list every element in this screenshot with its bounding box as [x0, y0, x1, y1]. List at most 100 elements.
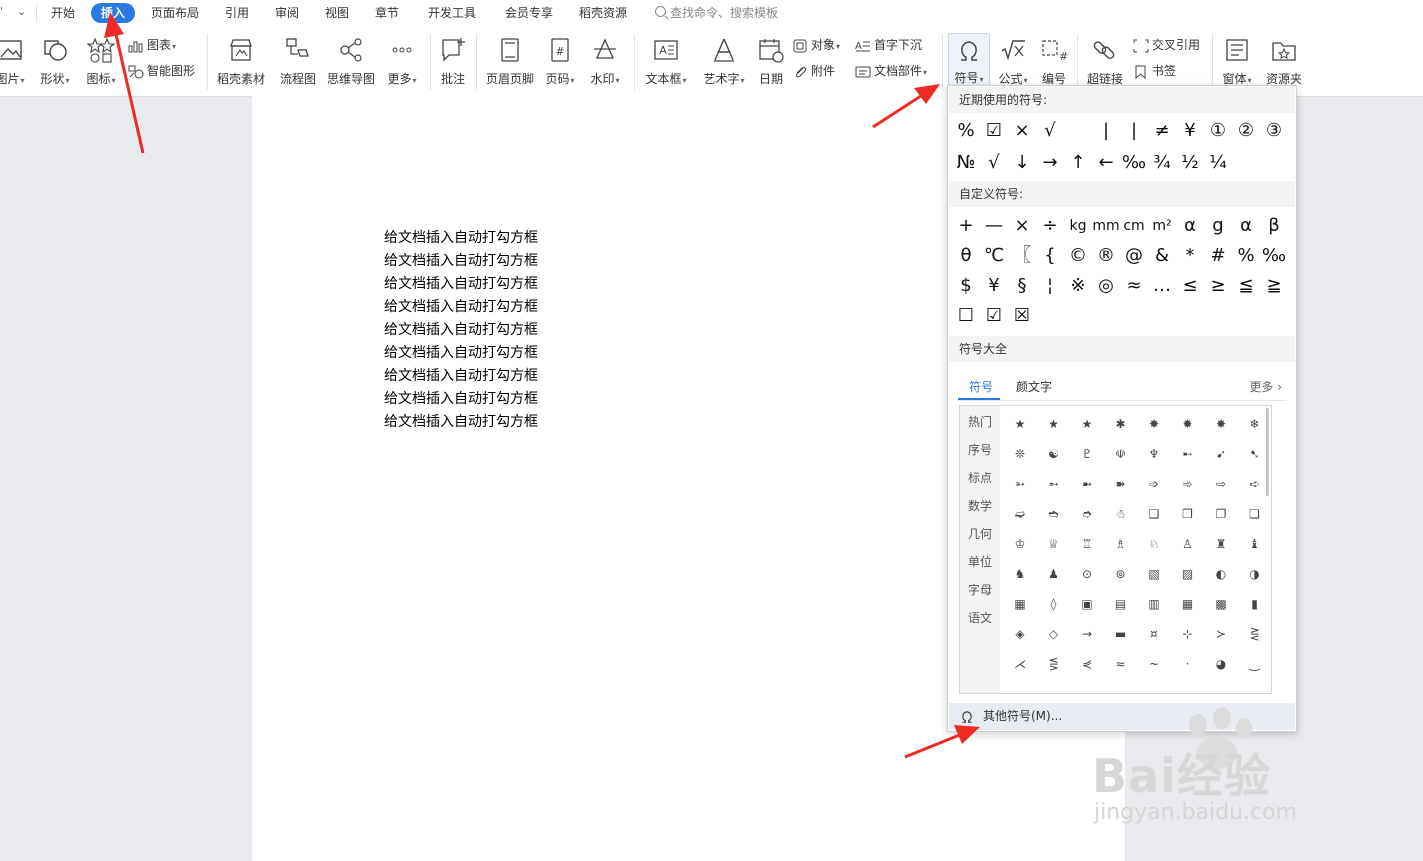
library-symbol[interactable]: ◕ [1205, 649, 1237, 679]
library-symbol[interactable]: ♜ [1205, 529, 1237, 559]
cross-reference-button[interactable]: 交叉引用 [1133, 36, 1200, 54]
library-symbol[interactable]: ➮ [1071, 499, 1103, 529]
custom-symbol[interactable]: ¥ [980, 272, 1008, 300]
custom-symbol[interactable]: § [1008, 272, 1036, 300]
tab-chapter[interactable]: 章节 [375, 3, 399, 23]
library-symbol[interactable]: ➹ [1205, 439, 1237, 469]
document-line[interactable]: 给文档插入自动打勾方框 [384, 273, 538, 293]
recent-symbol[interactable]: № [952, 149, 980, 177]
library-symbol[interactable]: ☫ [1105, 439, 1137, 469]
library-symbol[interactable]: ❒ [1172, 499, 1204, 529]
recent-symbol[interactable]: ¼ [1204, 149, 1232, 177]
library-symbol[interactable]: ♖ [1071, 529, 1103, 559]
custom-symbol[interactable]: α [1176, 212, 1204, 240]
category-letters[interactable]: 字母 [968, 581, 992, 598]
recent-symbol[interactable]: % [952, 117, 980, 145]
custom-symbol[interactable]: mm [1092, 212, 1120, 240]
library-symbol[interactable]: ~ [1138, 649, 1170, 679]
custom-symbol[interactable]: + [952, 212, 980, 240]
library-symbol[interactable]: ▮ [1239, 589, 1271, 619]
custom-symbol[interactable]: ※ [1064, 272, 1092, 300]
custom-symbol[interactable]: cm [1120, 212, 1148, 240]
custom-symbol[interactable]: * [1176, 242, 1204, 270]
library-symbol[interactable]: ⊹ [1172, 619, 1204, 649]
quick-access-dropdown-icon[interactable]: ⌄ [17, 5, 26, 18]
icon-library-button[interactable]: 图标▾ [83, 36, 119, 87]
category-hot[interactable]: 热门 [968, 413, 992, 430]
recent-symbol[interactable]: √ [980, 149, 1008, 177]
form-button[interactable]: 窗体▾ [1219, 36, 1255, 87]
library-symbol[interactable]: ✸ [1205, 409, 1237, 439]
smart-graphic-button[interactable]: 智能图形 [128, 62, 195, 80]
library-symbol[interactable]: ♇ [1071, 439, 1103, 469]
library-symbol[interactable]: ☃ [1105, 499, 1137, 529]
recent-symbol[interactable]: × [1008, 117, 1036, 145]
recent-symbol[interactable]: ② [1232, 117, 1260, 145]
custom-symbol[interactable]: ≦ [1232, 272, 1260, 300]
custom-symbol[interactable]: β [1260, 212, 1288, 240]
document-line[interactable]: 给文档插入自动打勾方框 [384, 388, 538, 408]
library-symbol[interactable]: ◇ [1038, 619, 1070, 649]
tab-page-layout[interactable]: 页面布局 [151, 3, 199, 23]
custom-symbol[interactable]: g [1204, 212, 1232, 240]
custom-symbol[interactable]: — [980, 212, 1008, 240]
bookmark-button[interactable]: 书签 [1133, 62, 1176, 80]
library-symbol[interactable]: ▩ [1205, 589, 1237, 619]
category-math[interactable]: 数学 [968, 497, 992, 514]
library-symbol[interactable]: ≈ [1105, 649, 1137, 679]
doc-parts-button[interactable]: 文档部件▾ [855, 62, 927, 80]
tab-insert[interactable]: 插入 [91, 3, 136, 23]
custom-symbol[interactable]: ® [1092, 242, 1120, 270]
custom-symbol[interactable]: α [1232, 212, 1260, 240]
mindmap-button[interactable]: 思维导图 [326, 36, 376, 87]
library-symbol[interactable]: ✱ [1105, 409, 1137, 439]
custom-symbol[interactable]: ℃ [980, 242, 1008, 270]
library-symbol[interactable]: ▥ [1138, 589, 1170, 619]
library-symbol[interactable]: ◊ [1038, 589, 1070, 619]
library-symbol[interactable]: ➾ [1172, 469, 1204, 499]
document-line[interactable]: 给文档插入自动打勾方框 [384, 227, 538, 247]
library-symbol[interactable]: ➸ [1172, 439, 1204, 469]
library-symbol[interactable]: ➼ [1071, 469, 1103, 499]
library-symbol[interactable]: ♝ [1239, 529, 1271, 559]
library-symbol[interactable]: ▣ [1071, 589, 1103, 619]
library-symbol[interactable]: ▦ [1172, 589, 1204, 619]
custom-symbol[interactable]: kg [1064, 212, 1092, 240]
library-symbol[interactable]: ★ [1004, 409, 1036, 439]
chart-button[interactable]: 图表▾ [128, 36, 176, 54]
library-symbol[interactable]: ➳ [1004, 469, 1036, 499]
custom-symbol[interactable]: ≧ [1260, 272, 1288, 300]
library-symbol[interactable]: ◐ [1205, 559, 1237, 589]
tab-view[interactable]: 视图 [325, 3, 349, 23]
library-symbol[interactable]: ◑ [1239, 559, 1271, 589]
custom-symbol[interactable]: @ [1120, 242, 1148, 270]
page-number-button[interactable]: # 页码▾ [542, 36, 578, 87]
category-chinese[interactable]: 语文 [968, 609, 992, 626]
recent-symbol[interactable]: ① [1204, 117, 1232, 145]
library-symbol[interactable]: ♙ [1172, 529, 1204, 559]
more-symbols-link[interactable]: 更多 › [1249, 378, 1282, 395]
library-symbol[interactable]: ⇨ [1205, 469, 1237, 499]
header-footer-button[interactable]: 页眉页脚 [484, 36, 536, 87]
custom-symbol[interactable]: © [1064, 242, 1092, 270]
library-symbol[interactable]: ♆ [1138, 439, 1170, 469]
hyperlink-button[interactable]: 超链接 [1085, 36, 1125, 87]
library-symbol[interactable]: ➵ [1038, 469, 1070, 499]
tab-daoke-resources[interactable]: 稻壳资源 [579, 3, 627, 23]
custom-symbol[interactable]: % [1232, 242, 1260, 270]
recent-symbol[interactable]: ½ [1176, 149, 1204, 177]
library-symbol[interactable]: ❏ [1239, 499, 1271, 529]
custom-symbol[interactable]: ≈ [1120, 272, 1148, 300]
recent-symbol[interactable]: ↓ [1008, 149, 1036, 177]
library-symbol[interactable]: ❐ [1205, 499, 1237, 529]
custom-symbol[interactable]: ≤ [1176, 272, 1204, 300]
category-punctuation[interactable]: 标点 [968, 469, 992, 486]
recent-symbol[interactable]: √ [1036, 117, 1064, 145]
library-symbol[interactable]: ≻ [1205, 619, 1237, 649]
document-line[interactable]: 给文档插入自动打勾方框 [384, 250, 538, 270]
tab-member[interactable]: 会员专享 [505, 3, 553, 23]
custom-symbol[interactable]: { [1036, 242, 1064, 270]
custom-symbol[interactable]: ÷ [1036, 212, 1064, 240]
custom-symbol[interactable]: θ [952, 242, 980, 270]
recent-symbol[interactable]: ☑ [980, 117, 1008, 145]
